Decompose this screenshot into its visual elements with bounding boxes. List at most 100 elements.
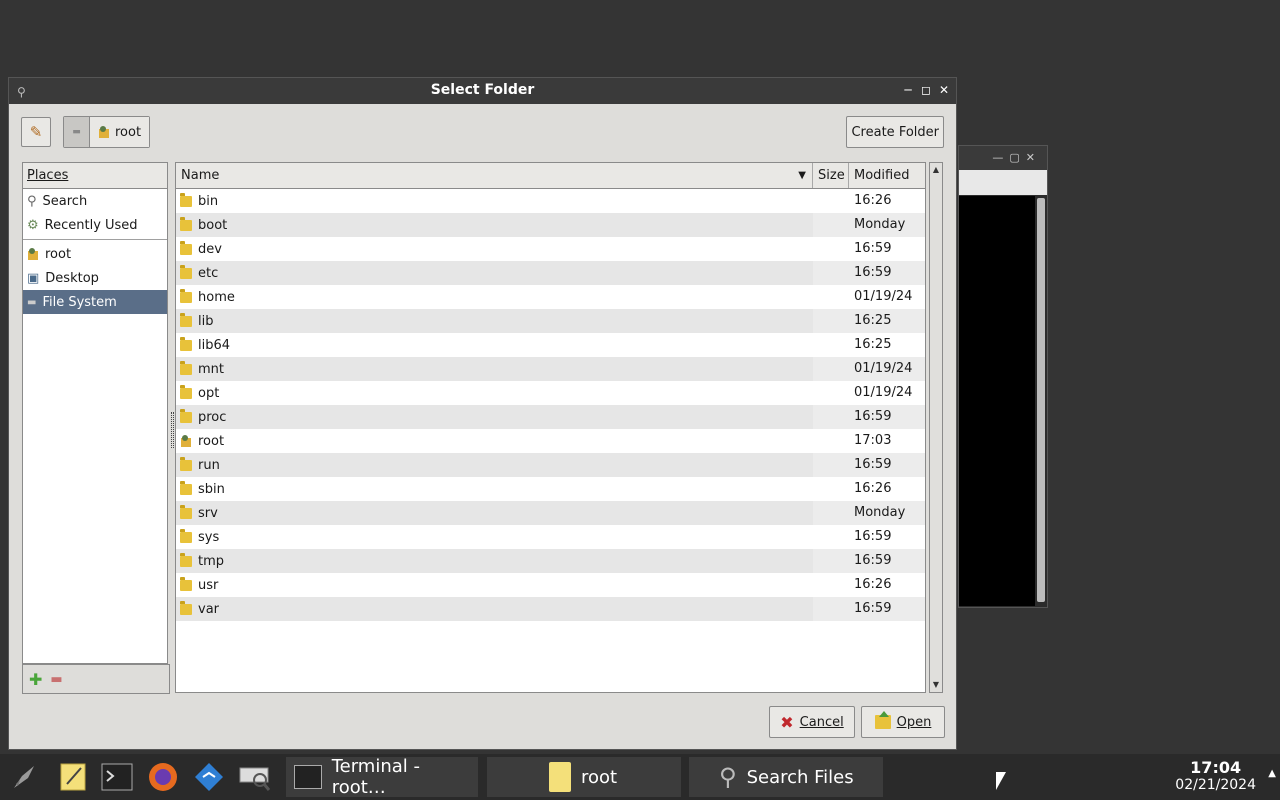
file-row[interactable]: srv Monday — [176, 501, 925, 525]
file-name: boot — [198, 217, 228, 233]
create-folder-button[interactable]: Create Folder — [846, 116, 944, 148]
folder-icon — [180, 240, 192, 255]
file-row[interactable]: sys 16:59 — [176, 525, 925, 549]
maximize-icon[interactable]: ◻ — [920, 78, 932, 102]
dialog-toolbar: ✎ ▬ root Create Folder — [21, 116, 944, 150]
app-menu-icon[interactable] — [8, 760, 42, 794]
file-modified-cell: 17:03 — [854, 433, 892, 448]
path-button-label: root — [115, 124, 142, 140]
file-row[interactable]: boot Monday — [176, 213, 925, 237]
background-terminal-window[interactable]: —▢✕ — [958, 145, 1048, 608]
file-row[interactable]: usr 16:26 — [176, 573, 925, 597]
minimize-icon[interactable]: ─ — [902, 78, 914, 102]
pane-resize-handle[interactable] — [171, 412, 174, 448]
type-location-button[interactable]: ✎ — [21, 117, 51, 147]
places-item-root[interactable]: root — [23, 242, 167, 266]
remove-bookmark-icon[interactable]: ▬ — [50, 672, 62, 687]
places-item-file-system[interactable]: ▬ File System — [23, 290, 167, 314]
file-row[interactable]: opt 01/19/24 — [176, 381, 925, 405]
path-scroll-left-button[interactable]: ▬ — [64, 117, 90, 147]
file-name: proc — [198, 409, 227, 425]
file-row[interactable]: home 01/19/24 — [176, 285, 925, 309]
scroll-up-icon[interactable]: ▲ — [930, 163, 942, 177]
terminal-scrollbar[interactable] — [1037, 198, 1045, 602]
folder-icon — [180, 384, 192, 399]
clock[interactable]: 17:04 02/21/2024 — [1175, 758, 1256, 793]
file-search-icon[interactable] — [238, 760, 272, 794]
file-name-cell: usr — [176, 573, 813, 597]
scroll-down-icon[interactable]: ▼ — [930, 678, 942, 692]
file-row[interactable]: dev 16:59 — [176, 237, 925, 261]
firefox-icon[interactable] — [146, 760, 180, 794]
cancel-button[interactable]: ✖ Cancel — [769, 706, 855, 738]
file-modified-cell: 16:26 — [854, 481, 892, 496]
tray-expand-icon[interactable]: ▲ — [1268, 768, 1276, 779]
file-size-cell — [813, 597, 849, 621]
folder-icon — [180, 600, 192, 615]
file-modified-cell: Monday — [849, 501, 925, 525]
file-name-cell: etc — [176, 261, 813, 285]
text-editor-icon[interactable] — [56, 760, 90, 794]
file-row[interactable]: lib64 16:25 — [176, 333, 925, 357]
file-size-cell — [813, 429, 849, 453]
file-size-cell — [813, 501, 849, 525]
file-modified-cell: 16:26 — [854, 577, 892, 592]
desktop-icon: ▣ — [27, 270, 40, 286]
background-window-controls[interactable]: —▢✕ — [992, 151, 1041, 164]
file-row[interactable]: bin 16:26 — [176, 189, 925, 213]
file-list: Name ▼ Size Modified bin 16:26 boot Monday d… — [175, 162, 926, 693]
task-terminal[interactable]: Terminal - root… — [286, 756, 478, 798]
file-row[interactable]: tmp 16:59 — [176, 549, 925, 573]
task-root-folder[interactable]: root — [487, 757, 681, 797]
places-header[interactable]: Places — [23, 163, 167, 189]
file-name-cell: sbin — [176, 477, 813, 501]
places-item-label: Desktop — [45, 270, 99, 286]
column-header-size[interactable]: Size — [813, 163, 849, 188]
column-header-modified[interactable]: Modified — [849, 163, 925, 188]
file-list-scrollbar[interactable]: ▲ ▼ — [929, 162, 943, 693]
file-row[interactable]: mnt 01/19/24 — [176, 357, 925, 381]
file-size-cell — [813, 525, 849, 549]
file-modified-cell: 16:25 — [854, 337, 892, 352]
terminal-area[interactable] — [959, 196, 1035, 606]
places-pane: Places ⚲ Search ⚙ Recently Used root ▣ D… — [22, 162, 168, 664]
terminal-icon[interactable] — [100, 760, 134, 794]
file-row[interactable]: run 16:59 — [176, 453, 925, 477]
sort-descending-icon: ▼ — [798, 170, 806, 181]
file-name-cell: lib — [176, 309, 813, 333]
close-icon[interactable]: ✕ — [938, 78, 950, 102]
folder-icon — [180, 480, 192, 495]
file-name: sbin — [198, 481, 225, 497]
file-name-cell: opt — [176, 381, 813, 405]
clock-date: 02/21/2024 — [1175, 777, 1256, 793]
folder-icon — [180, 288, 192, 303]
column-header-name[interactable]: Name ▼ — [176, 163, 813, 188]
file-name-cell: bin — [176, 189, 813, 213]
file-row[interactable]: var 16:59 — [176, 597, 925, 621]
places-item-recently-used[interactable]: ⚙ Recently Used — [23, 213, 167, 237]
mail-icon[interactable] — [192, 760, 226, 794]
home-icon — [27, 248, 39, 260]
add-bookmark-icon[interactable]: ✚ — [29, 670, 42, 689]
recent-icon: ⚙ — [27, 217, 39, 233]
file-row[interactable]: proc 16:59 — [176, 405, 925, 429]
file-row[interactable]: root 17:03 — [176, 429, 925, 453]
places-item-desktop[interactable]: ▣ Desktop — [23, 266, 167, 290]
terminal-icon — [294, 765, 322, 789]
path-button-root[interactable]: root — [90, 117, 150, 147]
background-window-titlebar[interactable]: —▢✕ — [959, 146, 1047, 170]
places-item-search[interactable]: ⚲ Search — [23, 189, 167, 213]
folder-icon — [180, 576, 192, 591]
file-row[interactable]: sbin 16:26 — [176, 477, 925, 501]
task-search-files[interactable]: ⚲ Search Files — [689, 757, 883, 797]
places-footer: ✚ ▬ — [22, 664, 170, 694]
dialog-titlebar[interactable]: ⚲ Select Folder ─ ◻ ✕ — [9, 78, 956, 104]
file-rows: bin 16:26 boot Monday dev 16:59 etc 16:59 home 01… — [176, 189, 925, 621]
file-name: srv — [198, 505, 218, 521]
file-row[interactable]: etc 16:59 — [176, 261, 925, 285]
file-name-cell: tmp — [176, 549, 813, 573]
file-name: etc — [198, 265, 219, 281]
file-row[interactable]: lib 16:25 — [176, 309, 925, 333]
open-button[interactable]: Open — [861, 706, 945, 738]
file-name: var — [198, 601, 220, 617]
